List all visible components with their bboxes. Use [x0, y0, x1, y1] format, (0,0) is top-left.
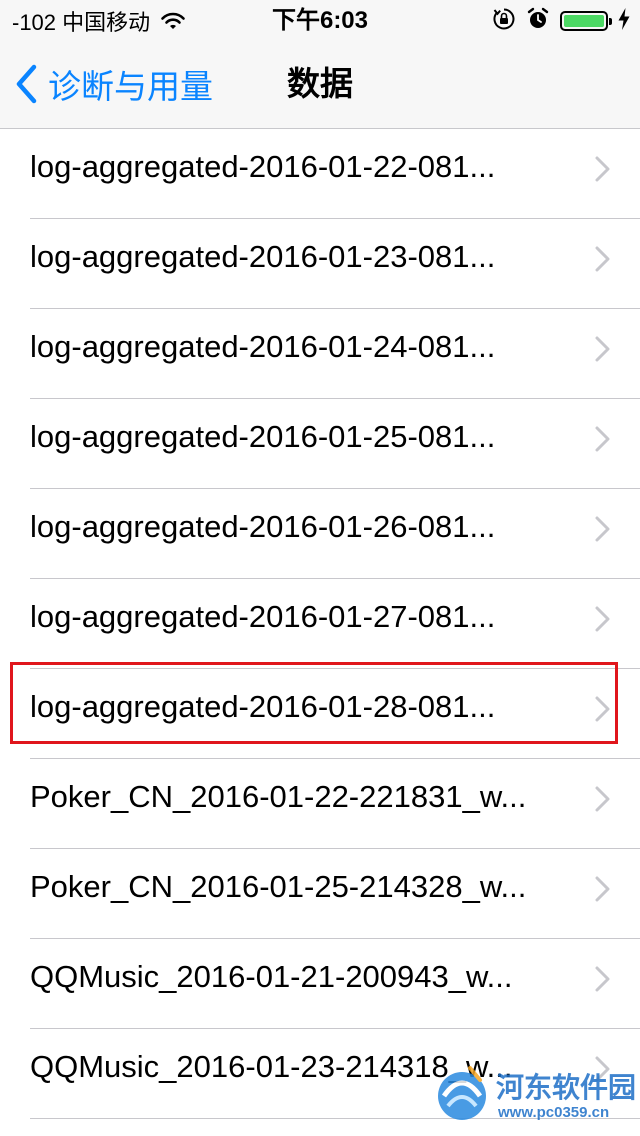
list-item[interactable]: log-aggregated-2016-01-27-081... [0, 579, 640, 669]
chevron-right-icon [594, 965, 612, 993]
alarm-clock-icon [526, 7, 550, 36]
list-item[interactable]: QQMusic_2016-01-23-214318_w... [0, 1029, 640, 1119]
list-item-label: log-aggregated-2016-01-25-081... [30, 419, 496, 454]
chevron-right-icon [594, 245, 612, 273]
chevron-right-icon [594, 875, 612, 903]
list-item[interactable]: log-aggregated-2016-01-22-081... [0, 129, 640, 219]
chevron-right-icon [594, 335, 612, 363]
status-right [492, 6, 630, 36]
chevron-right-icon [594, 425, 612, 453]
list-item-label: log-aggregated-2016-01-26-081... [30, 509, 496, 544]
charging-bolt-icon [618, 7, 630, 35]
header: -102 中国移动 下午6:03 诊断与用量 数据 [0, 0, 640, 129]
page-title: 数据 [287, 65, 353, 102]
navigation-bar: 诊断与用量 数据 [0, 40, 640, 128]
list-item[interactable]: log-aggregated-2016-01-24-081... [0, 309, 640, 399]
chevron-right-icon [594, 1055, 612, 1083]
list-item[interactable]: log-aggregated-2016-01-23-081... [0, 219, 640, 309]
list-item-label: log-aggregated-2016-01-24-081... [30, 329, 496, 364]
list-item[interactable]: log-aggregated-2016-01-26-081... [0, 489, 640, 579]
chevron-right-icon [594, 155, 612, 183]
list-item-label: Poker_CN_2016-01-25-214328_w... [30, 869, 527, 904]
data-file-list: log-aggregated-2016-01-22-081... log-aggr… [0, 129, 640, 1119]
list-item[interactable]: QQMusic_2016-01-21-200943_w... [0, 939, 640, 1029]
list-item-label: QQMusic_2016-01-21-200943_w... [30, 959, 513, 994]
status-bar: -102 中国移动 下午6:03 [0, 0, 640, 40]
chevron-right-icon [594, 785, 612, 813]
battery-tip [609, 18, 612, 25]
battery-icon [560, 11, 612, 31]
chevron-right-icon [594, 515, 612, 543]
battery-level [564, 15, 604, 27]
list-item-label: log-aggregated-2016-01-28-081... [30, 689, 496, 724]
row-separator [30, 1118, 640, 1119]
rotation-lock-icon [492, 7, 516, 36]
list-item-label: Poker_CN_2016-01-22-221831_w... [30, 779, 527, 814]
list-item-label: log-aggregated-2016-01-23-081... [30, 239, 496, 274]
chevron-right-icon [594, 605, 612, 633]
list-item[interactable]: log-aggregated-2016-01-25-081... [0, 399, 640, 489]
list-item[interactable]: Poker_CN_2016-01-22-221831_w... [0, 759, 640, 849]
chevron-right-icon [594, 695, 612, 723]
list-item[interactable]: Poker_CN_2016-01-25-214328_w... [0, 849, 640, 939]
list-item-label: QQMusic_2016-01-23-214318_w... [30, 1049, 513, 1084]
list-item[interactable]: log-aggregated-2016-01-28-081... [0, 669, 640, 759]
list-item-label: log-aggregated-2016-01-27-081... [30, 599, 496, 634]
list-item-label: log-aggregated-2016-01-22-081... [30, 149, 496, 184]
